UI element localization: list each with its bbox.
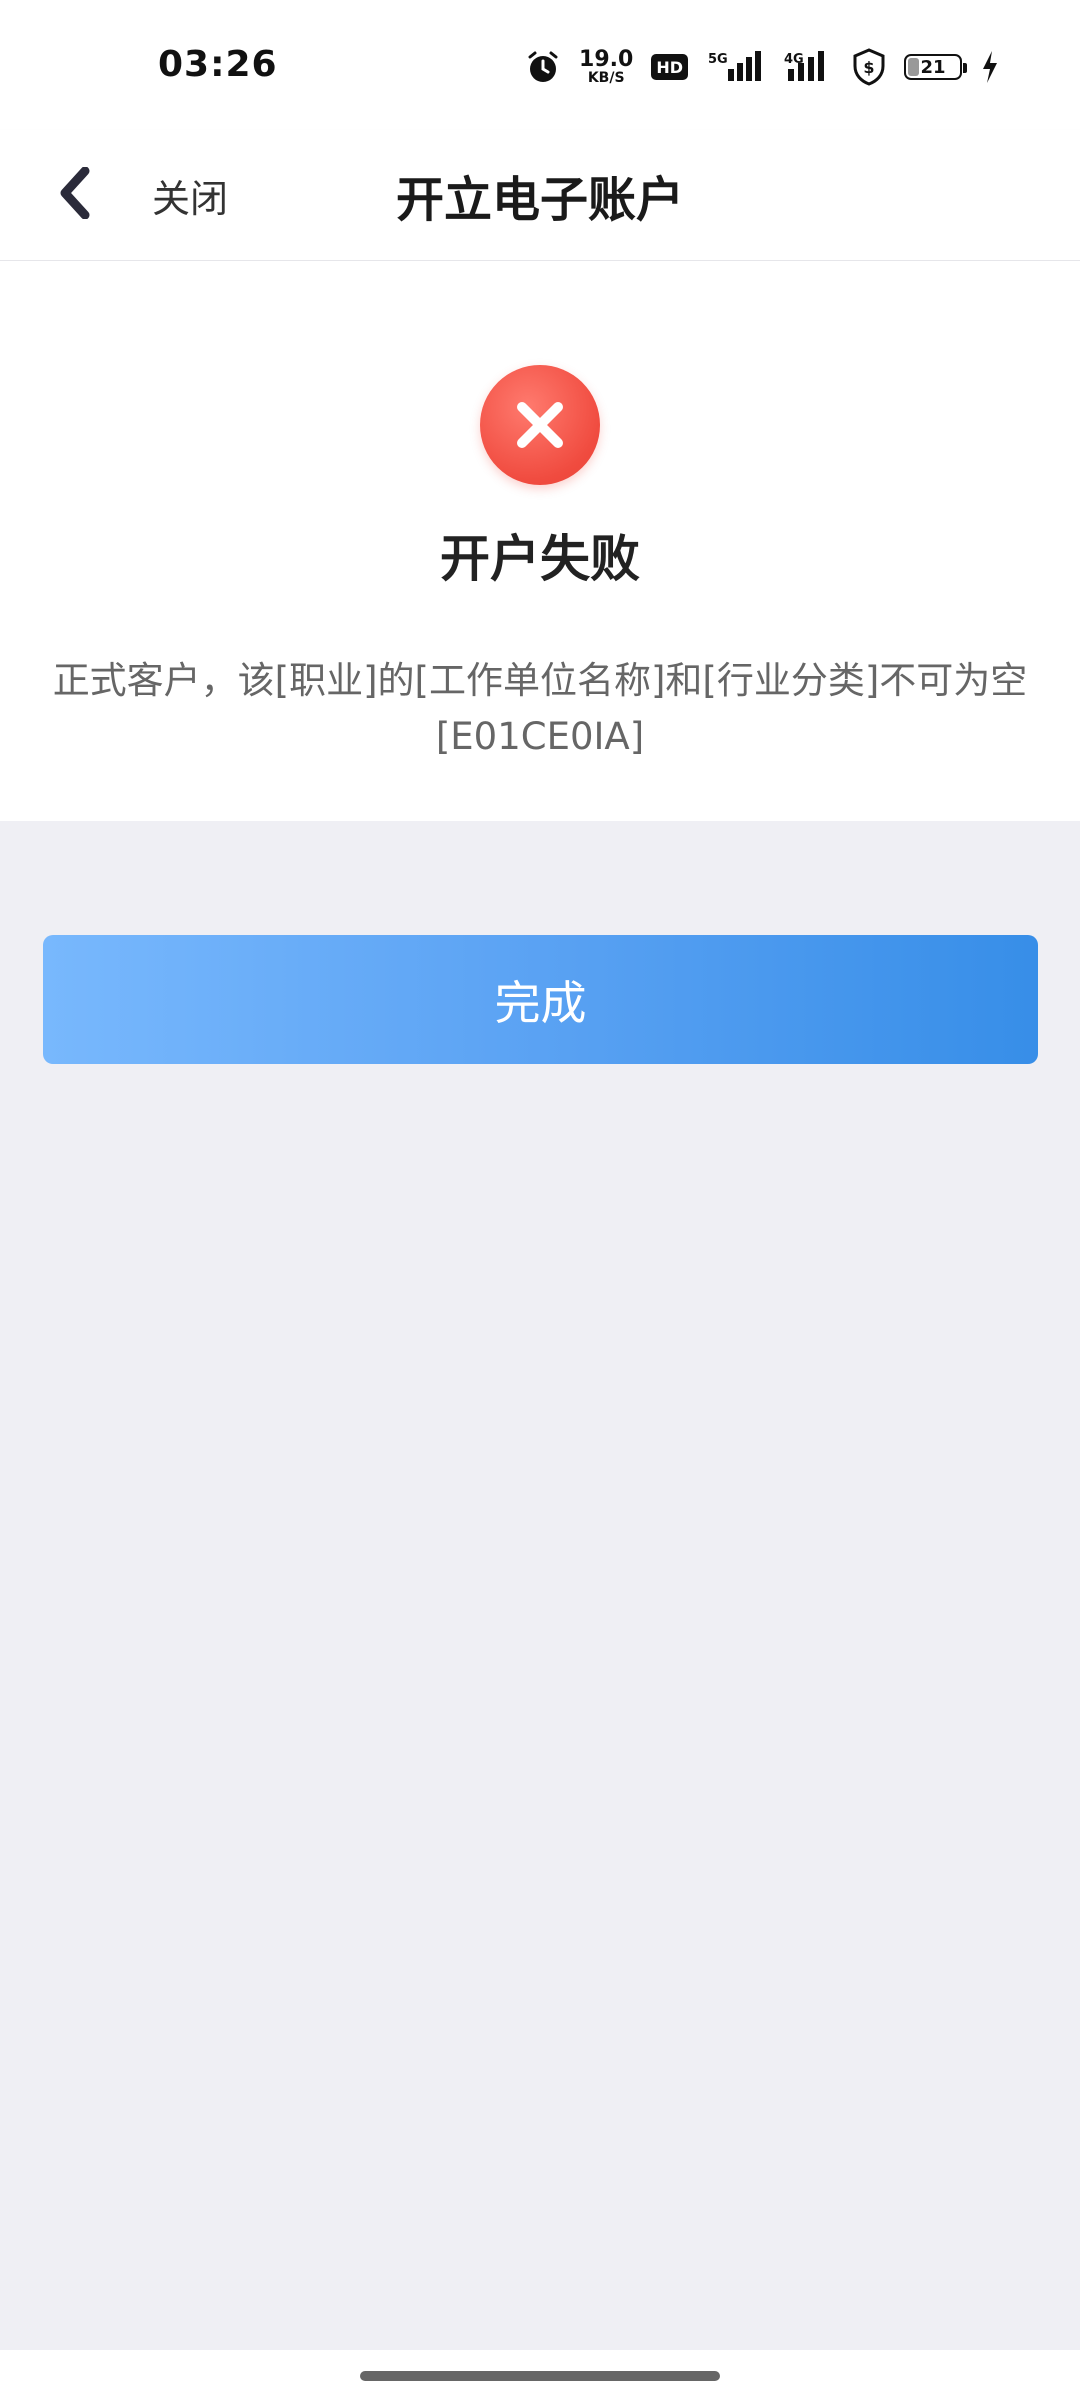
navigation-header: 关闭 开立电子账户 bbox=[0, 130, 1080, 261]
home-indicator[interactable] bbox=[360, 2371, 720, 2381]
hd-icon: HD bbox=[651, 54, 688, 80]
battery-icon: 21 bbox=[904, 54, 967, 80]
battery-level: 21 bbox=[920, 56, 946, 78]
result-panel: 开户失败 正式客户，该[职业]的[工作单位名称]和[行业分类]不可为空 [E01… bbox=[0, 261, 1080, 821]
result-title: 开户失败 bbox=[440, 530, 640, 588]
bottom-gesture-bar bbox=[0, 2350, 1080, 2400]
result-message: 正式客户，该[职业]的[工作单位名称]和[行业分类]不可为空 [E01CE0IA… bbox=[50, 653, 1030, 765]
battery-level-fill bbox=[908, 58, 919, 76]
status-time: 03:26 bbox=[158, 44, 278, 85]
signal-5g-label: 5G bbox=[708, 52, 728, 67]
network-speed-unit: KB/S bbox=[587, 70, 625, 86]
network-speed-value: 19.0 bbox=[579, 47, 634, 72]
svg-text:$: $ bbox=[863, 58, 874, 77]
close-circle-icon bbox=[480, 365, 600, 485]
error-message: 正式客户，该[职业]的[工作单位名称]和[行业分类]不可为空 bbox=[52, 659, 1028, 702]
charging-icon bbox=[980, 49, 1000, 85]
network-speed: 19.0 KB/S bbox=[579, 47, 634, 86]
error-code: [E01CE0IA] bbox=[435, 715, 645, 758]
page-title: 开立电子账户 bbox=[395, 172, 684, 228]
signal-5g-icon: 5G bbox=[706, 49, 766, 85]
alarm-icon bbox=[525, 49, 561, 85]
done-button[interactable]: 完成 bbox=[43, 935, 1038, 1064]
shield-dollar-icon: $ bbox=[852, 48, 886, 86]
signal-4g-icon: 4G bbox=[784, 49, 834, 85]
status-bar: 03:26 19.0 KB/S HD 5G 4G $ 21 bbox=[0, 0, 1080, 130]
status-icons: 19.0 KB/S HD 5G 4G $ 21 bbox=[525, 44, 1000, 90]
